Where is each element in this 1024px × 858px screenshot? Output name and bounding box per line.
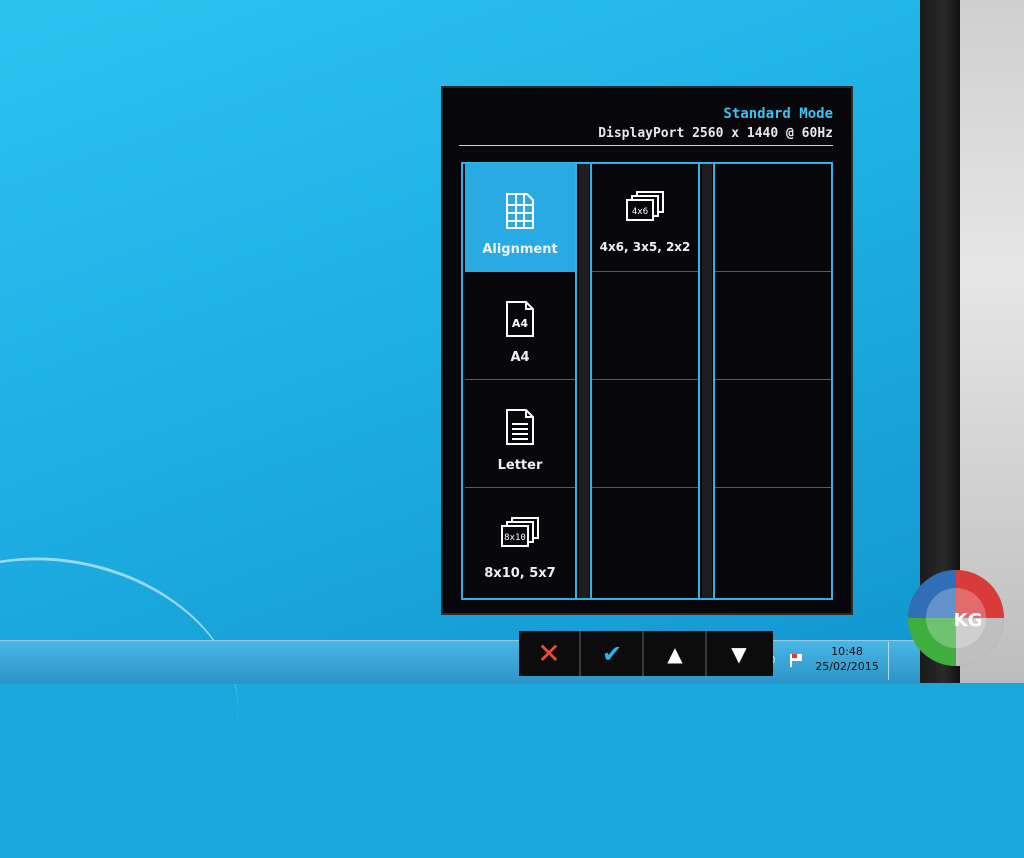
up-button[interactable]: ▲ (645, 631, 707, 676)
show-desktop-button[interactable] (888, 642, 903, 680)
column-separator (579, 164, 589, 598)
taskbar (0, 640, 920, 684)
logo-text: KG (954, 610, 983, 631)
close-button[interactable]: ✕ (519, 631, 581, 676)
menu-item-label: 8x10, 5x7 (484, 566, 556, 581)
menu-item-a4[interactable]: A4 A4 (465, 272, 575, 380)
arrow-down-icon: ▼ (731, 641, 747, 666)
kg-logo: KG (904, 566, 1008, 670)
osd-menu: Standard Mode DisplayPort 2560 x 1440 @ … (441, 86, 853, 615)
arrow-up-icon: ▲ (667, 641, 683, 666)
clock-date: 25/02/2015 (815, 660, 879, 673)
taskbar-clock[interactable]: 10:48 25/02/2015 (812, 644, 882, 674)
confirm-button[interactable]: ✔ (582, 631, 644, 676)
submenu-item-4x6[interactable]: 4x6 4x6, 3x5, 2x2 (592, 164, 698, 272)
detail-empty-cell (715, 272, 831, 380)
down-button[interactable]: ▼ (708, 631, 770, 676)
photo-4x6-icon: 4x6 (625, 190, 665, 228)
submenu-empty-cell (592, 272, 698, 380)
column-separator (702, 164, 712, 598)
menu-item-label: A4 (510, 350, 530, 365)
osd-signal-info: DisplayPort 2560 x 1440 @ 60Hz (598, 126, 833, 141)
menu-item-label: Alignment (482, 242, 558, 257)
osd-submenu-column: 4x6 4x6, 3x5, 2x2 (590, 164, 700, 598)
submenu-item-label: 4x6, 3x5, 2x2 (599, 240, 691, 254)
clock-time: 10:48 (831, 645, 863, 658)
photo-icon-badge: 8x10 (504, 533, 526, 543)
detail-empty-cell (715, 488, 831, 596)
submenu-empty-cell (592, 380, 698, 488)
osd-mode-title: Standard Mode (723, 106, 833, 122)
submenu-empty-cell (592, 488, 698, 596)
photo-8x10-icon: 8x10 (500, 516, 540, 554)
menu-item-letter[interactable]: Letter (465, 380, 575, 488)
a4-icon-badge: A4 (512, 317, 529, 330)
grid-icon (503, 192, 537, 234)
osd-main-column: Alignment A4 A4 Letter 8x10 8x10, 5x7 (465, 164, 577, 598)
osd-key-bar: ✕ ✔ ▲ ▼ (519, 631, 773, 676)
menu-item-8x10-5x7[interactable]: 8x10 8x10, 5x7 (465, 488, 575, 596)
menu-item-alignment[interactable]: Alignment (465, 164, 575, 272)
check-icon: ✔ (601, 639, 623, 668)
close-icon: ✕ (537, 637, 561, 670)
letter-page-icon (504, 408, 536, 450)
menu-item-label: Letter (497, 458, 543, 473)
action-center-flag-icon[interactable] (788, 652, 804, 668)
photo-4x6-badge: 4x6 (632, 207, 648, 217)
detail-empty-cell (715, 164, 831, 272)
a4-page-icon: A4 (504, 300, 536, 342)
detail-empty-cell (715, 380, 831, 488)
osd-panel: Alignment A4 A4 Letter 8x10 8x10, 5x7 4x… (461, 162, 833, 600)
osd-divider (459, 145, 833, 146)
osd-detail-column (713, 164, 831, 598)
